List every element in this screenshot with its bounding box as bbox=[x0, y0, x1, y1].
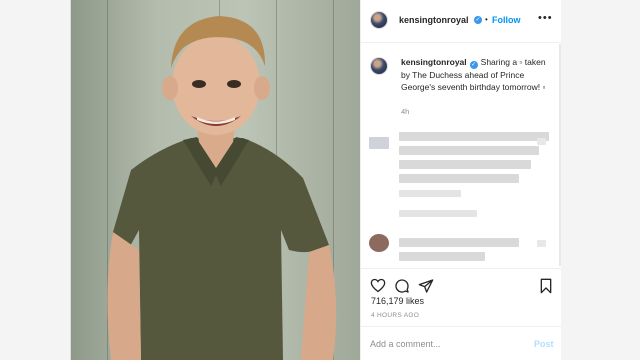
caption-avatar[interactable] bbox=[370, 57, 388, 75]
verified-badge-icon: ✓ bbox=[474, 16, 482, 24]
more-options-icon[interactable]: ••• bbox=[538, 12, 553, 24]
caption-username[interactable]: kensingtonroyal bbox=[401, 57, 467, 67]
post-comment-button[interactable]: Post bbox=[534, 339, 554, 349]
add-comment-bar: Post bbox=[361, 326, 561, 361]
bookmark-icon[interactable] bbox=[539, 278, 553, 294]
comments-scrollbar[interactable] bbox=[559, 44, 561, 266]
post-caption: kensingtonroyal ✓ Sharing a ▫ taken by The… bbox=[401, 56, 547, 93]
comment-input[interactable] bbox=[370, 337, 510, 351]
post-header: kensingtonroyal ✓ • Follow ••• bbox=[361, 0, 561, 43]
post-timestamp: 4 HOURS AGO bbox=[371, 312, 420, 319]
instagram-post-modal: kensingtonroyal ✓ • Follow ••• kensingto… bbox=[70, 0, 561, 360]
avatar[interactable] bbox=[370, 11, 388, 29]
speech-bubble-icon[interactable] bbox=[394, 278, 410, 294]
header-username[interactable]: kensingtonroyal bbox=[399, 15, 469, 25]
heart-icon[interactable] bbox=[370, 278, 386, 293]
boy-portrait-illustration bbox=[107, 16, 337, 360]
caption-verified-icon: ✓ bbox=[469, 61, 478, 69]
follow-separator: • bbox=[485, 15, 488, 24]
like-count[interactable]: 716,179 likes bbox=[371, 296, 424, 306]
caption-time: 4h bbox=[401, 107, 410, 116]
paper-plane-icon[interactable] bbox=[418, 278, 434, 294]
post-side-panel: kensingtonroyal ✓ • Follow ••• kensingto… bbox=[360, 0, 561, 360]
follow-button[interactable]: Follow bbox=[492, 15, 521, 25]
post-photo[interactable] bbox=[71, 0, 360, 360]
